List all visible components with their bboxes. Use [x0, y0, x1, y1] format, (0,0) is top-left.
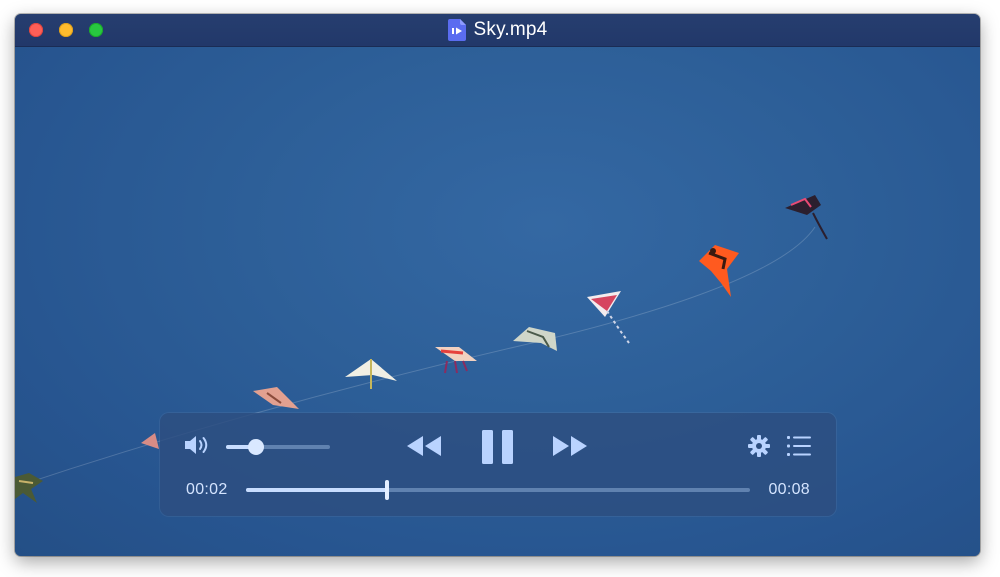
kite-striped — [587, 291, 630, 344]
video-file-icon — [447, 19, 466, 41]
rewind-icon[interactable] — [405, 434, 443, 458]
seek-bar-fill — [246, 488, 388, 492]
title-bar[interactable]: Sky.mp4 — [15, 14, 980, 47]
kite-multicolor — [435, 347, 477, 374]
kite-orange — [699, 245, 739, 297]
speaker-icon[interactable] — [183, 433, 211, 457]
kite-green — [15, 473, 43, 503]
video-frame[interactable]: 00:02 00:08 — [15, 47, 980, 556]
pause-icon[interactable] — [481, 429, 515, 465]
current-time: 00:02 — [186, 481, 228, 498]
list-icon[interactable] — [787, 435, 811, 457]
kite-tan — [253, 387, 299, 409]
volume-slider[interactable] — [226, 439, 330, 455]
kite-dark — [785, 195, 828, 240]
seek-bar-playhead[interactable] — [385, 480, 390, 500]
window-title: Sky.mp4 — [473, 19, 548, 40]
playback-controls: 00:02 00:08 — [160, 413, 836, 516]
seek-bar[interactable] — [246, 480, 750, 500]
player-window: Sky.mp4 00:02 00:08 — [15, 14, 980, 556]
kite-pale — [513, 327, 557, 351]
window-title-group: Sky.mp4 — [15, 14, 980, 46]
gear-icon[interactable] — [747, 434, 771, 458]
kite-small — [141, 433, 159, 449]
fast-forward-icon[interactable] — [551, 434, 589, 458]
kite-white — [345, 359, 397, 389]
duration-time: 00:08 — [768, 481, 810, 498]
volume-slider-knob[interactable] — [248, 439, 265, 455]
